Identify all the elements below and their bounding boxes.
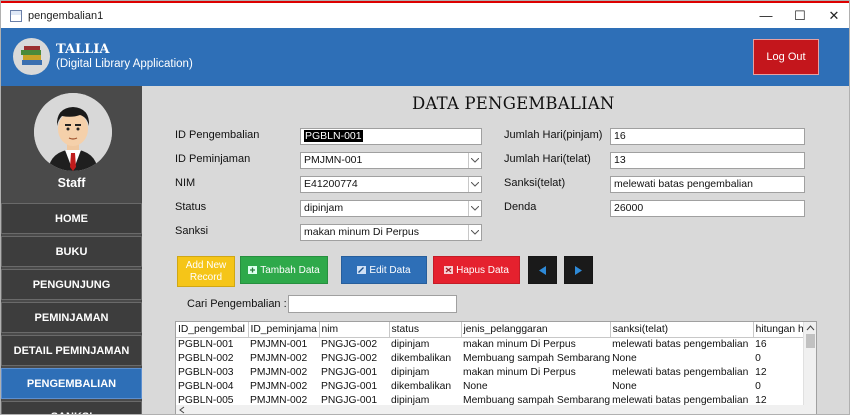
horizontal-scrollbar[interactable] [176,405,804,415]
staff-avatar [34,93,112,171]
window-title: pengembalian1 [28,9,104,22]
jumlah-hari-pinjam-label: Jumlah Hari(pinjam) [504,129,603,141]
table-cell[interactable]: PNGJG-001 [319,379,389,393]
table-cell[interactable]: None [610,379,753,393]
table-cell[interactable]: melewati batas pengembalian [610,337,753,351]
maximize-icon[interactable]: ☐ [783,3,817,28]
table-cell[interactable]: None [461,379,610,393]
table-row[interactable]: PGBLN-001 PMJMN-001 PNGJG-002 dipinjam makan… [176,337,813,351]
table-cell[interactable]: PGBLN-004 [176,379,248,393]
app-header: TALLIA (Digital Library Application) Log… [1,28,849,86]
delete-icon [444,266,454,274]
column-header[interactable]: status [389,322,462,338]
sanksi-label: Sanksi [175,225,209,237]
nim-label: NIM [175,177,196,189]
app-name: TALLIA [56,42,110,57]
data-table[interactable]: ID_pengembal ID_peminjama nim status jenis_p… [175,321,817,415]
sanksi-combo[interactable]: makan minum Di Perpus [300,224,482,241]
table-cell[interactable]: PNGJG-002 [319,337,389,351]
sidebar-item-pengembalian[interactable]: PENGEMBALIAN [1,368,142,399]
scroll-left-icon[interactable] [177,405,187,415]
chevron-down-icon[interactable] [468,201,481,216]
form-icon [10,9,22,22]
previous-record-button[interactable] [528,256,557,284]
arrow-left-icon [539,265,546,275]
hapus-data-button[interactable]: Hapus Data [433,256,520,284]
column-header[interactable]: sanksi(telat) [610,322,754,338]
next-record-button[interactable] [564,256,593,284]
status-label: Status [175,201,207,213]
table-row[interactable]: PGBLN-004 PMJMN-002 PNGJG-001 dikembalikan N… [176,379,813,393]
table-cell[interactable]: dipinjam [389,337,461,351]
nim-combo[interactable]: E41200774 [300,176,482,193]
column-header[interactable]: jenis_pelanggaran [461,322,611,338]
search-label: Cari Pengembalian : [187,298,287,310]
table-cell[interactable]: dikembalikan [389,379,461,393]
search-input[interactable] [288,295,457,313]
sidebar-item-detail-peminjaman[interactable]: DETAIL PEMINJAMAN [1,335,142,366]
sidebar-item-home[interactable]: HOME [1,203,142,234]
table-cell[interactable]: PNGJG-002 [319,351,389,365]
column-header[interactable]: ID_pengembal [176,322,249,338]
id-pengembalian-label: ID Pengembalian [175,129,260,141]
table-cell[interactable]: Membuang sampah Sembarang [461,351,610,365]
table-cell[interactable]: makan minum Di Perpus [461,337,610,351]
arrow-right-icon [575,265,582,275]
chevron-down-icon[interactable] [468,177,481,192]
denda-field[interactable]: 26000 [610,200,805,217]
denda-label: Denda [504,201,537,213]
sanksi-telat-field[interactable]: melewati batas pengembalian [610,176,805,193]
title-bar: pengembalian1 — ☐ ✕ [1,1,849,28]
sidebar-item-pengunjung[interactable]: PENGUNJUNG [1,269,142,300]
sidebar-item-peminjaman[interactable]: PEMINJAMAN [1,302,142,333]
sidebar-item-buku[interactable]: BUKU [1,236,142,267]
edit-icon [357,266,367,274]
table-cell[interactable]: melewati batas pengembalian [610,365,753,379]
table-cell[interactable]: PMJMN-001 [248,337,319,351]
table-cell[interactable]: None [610,351,753,365]
id-peminjaman-label: ID Peminjaman [175,153,251,165]
tambah-data-button[interactable]: Tambah Data [240,256,328,284]
table-cell[interactable]: dikembalikan [389,351,461,365]
table-cell[interactable]: PMJMN-002 [248,379,319,393]
app-window: pengembalian1 — ☐ ✕ TALLIA (Digital Libr… [0,0,850,415]
jumlah-hari-telat-field[interactable]: 13 [610,152,805,169]
table-cell[interactable]: dipinjam [389,365,461,379]
table-row[interactable]: PGBLN-003 PMJMN-002 PNGJG-001 dipinjam makan… [176,365,813,379]
sidebar-item-sanksi[interactable]: SANKSI [1,401,142,414]
edit-data-button[interactable]: Edit Data [341,256,427,284]
id-pengembalian-field[interactable]: PGBLN-001 [300,128,482,145]
table-cell[interactable]: PNGJG-001 [319,365,389,379]
table-cell[interactable]: PGBLN-002 [176,351,248,365]
vertical-scroll-thumb[interactable] [806,334,815,348]
table-cell[interactable]: PGBLN-003 [176,365,248,379]
sidebar: Staff HOME BUKU PENGUNJUNG PEMINJAMAN DE… [1,86,142,414]
books-logo-icon [13,38,50,75]
chevron-down-icon[interactable] [468,225,481,240]
column-header[interactable]: nim [319,322,390,338]
user-role-label: Staff [57,176,86,190]
add-icon [248,266,258,274]
table-cell[interactable]: makan minum Di Perpus [461,365,610,379]
page-title: DATA PENGEMBALIAN [412,94,615,113]
status-combo[interactable]: dipinjam [300,200,482,217]
column-header[interactable]: ID_peminjama [248,322,320,338]
main-content: DATA PENGEMBALIAN ID Pengembalian PGBLN-… [142,86,849,415]
table-cell[interactable]: PGBLN-001 [176,337,248,351]
sanksi-telat-label: Sanksi(telat) [504,177,566,189]
id-peminjaman-combo[interactable]: PMJMN-001 [300,152,482,169]
table-cell[interactable]: PMJMN-002 [248,365,319,379]
chevron-down-icon[interactable] [468,153,481,168]
logout-button[interactable]: Log Out [753,39,819,75]
app-subtitle: (Digital Library Application) [56,58,193,70]
table-cell[interactable]: PMJMN-002 [248,351,319,365]
scroll-up-icon[interactable] [804,323,817,333]
close-icon[interactable]: ✕ [817,3,849,28]
jumlah-hari-telat-label: Jumlah Hari(telat) [504,153,591,165]
minimize-icon[interactable]: — [749,3,783,28]
vertical-scrollbar[interactable] [803,322,817,414]
table-row[interactable]: PGBLN-002 PMJMN-002 PNGJG-002 dikembalikan M… [176,351,813,365]
add-new-record-button[interactable]: Add New Record [177,256,235,287]
jumlah-hari-pinjam-field[interactable]: 16 [610,128,805,145]
